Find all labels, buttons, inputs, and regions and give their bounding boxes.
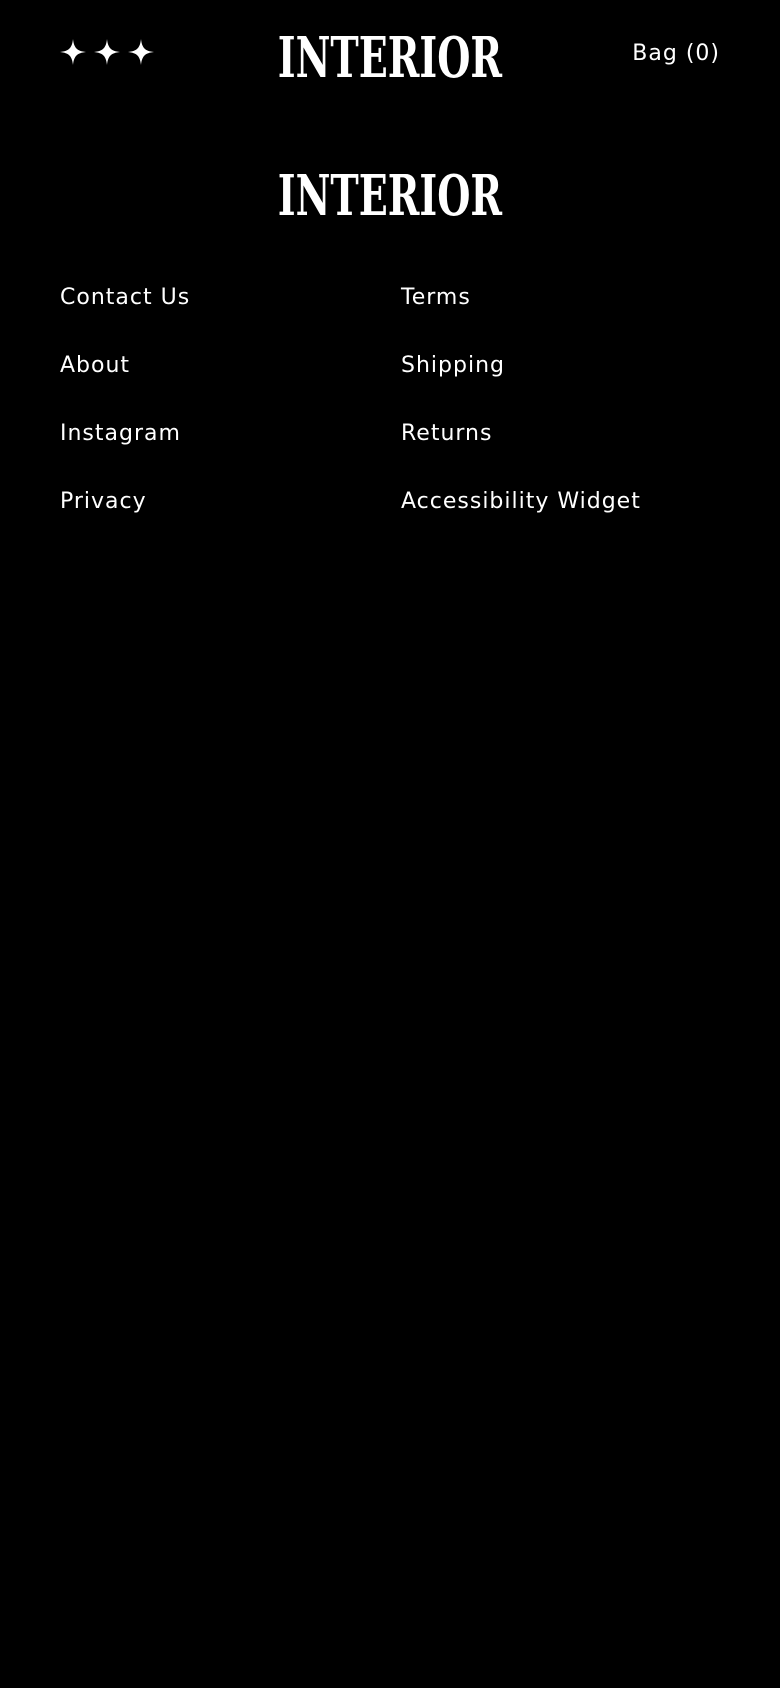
footer-link-terms[interactable]: Terms bbox=[401, 278, 641, 346]
footer-nav-left-column: Contact Us About Instagram Privacy bbox=[60, 278, 190, 550]
footer-link-contact-us[interactable]: Contact Us bbox=[60, 278, 190, 346]
footer-link-privacy[interactable]: Privacy bbox=[60, 482, 190, 550]
footer-logo: INTERIOR bbox=[0, 168, 780, 224]
footer-link-about[interactable]: About bbox=[60, 346, 190, 414]
footer-nav-right-column: Terms Shipping Returns Accessibility Wid… bbox=[401, 278, 641, 550]
footer-link-shipping[interactable]: Shipping bbox=[401, 346, 641, 414]
footer-link-instagram[interactable]: Instagram bbox=[60, 414, 190, 482]
footer-logo-text: INTERIOR bbox=[277, 163, 503, 229]
header-logo-text: INTERIOR bbox=[277, 25, 503, 91]
footer-link-accessibility-widget[interactable]: Accessibility Widget bbox=[401, 482, 641, 550]
footer-link-returns[interactable]: Returns bbox=[401, 414, 641, 482]
site-header: INTERIOR Bag (0) bbox=[0, 0, 780, 112]
bag-button[interactable]: Bag (0) bbox=[632, 41, 720, 66]
